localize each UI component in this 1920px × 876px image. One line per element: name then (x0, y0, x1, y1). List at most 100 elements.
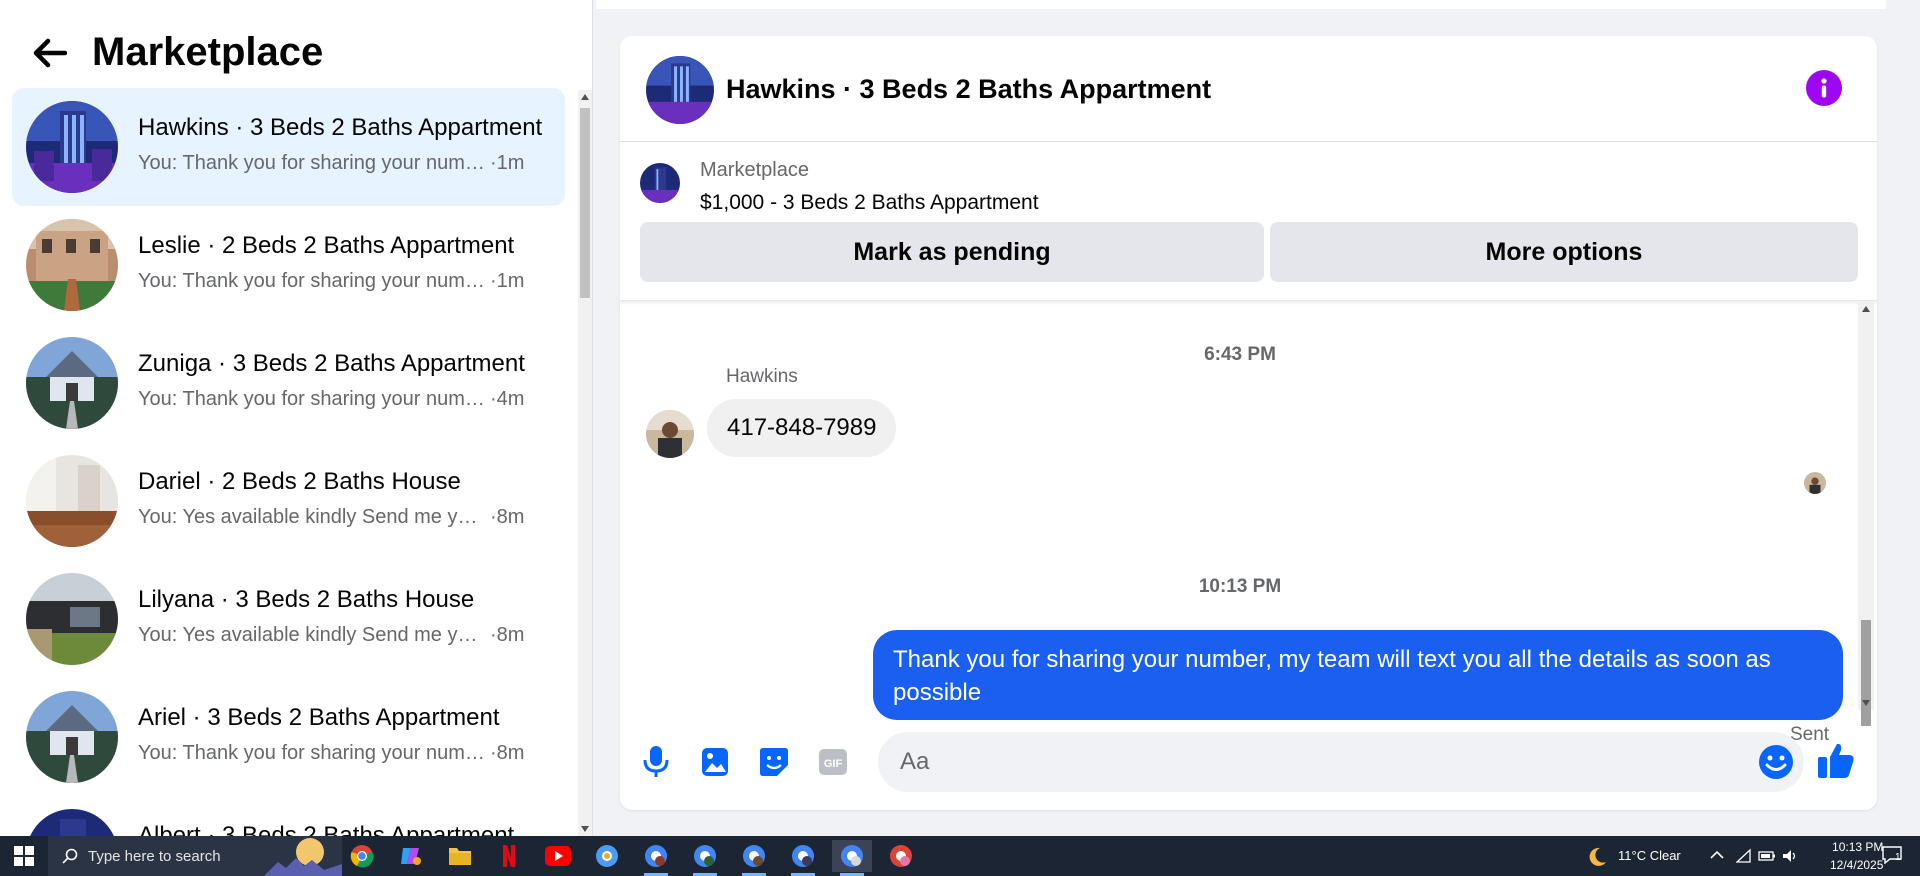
conversation-name: Dariel · 2 Beds 2 Baths House (138, 468, 461, 495)
avatar (26, 573, 118, 665)
file-explorer-icon[interactable] (440, 840, 480, 872)
taskbar-clock[interactable]: 10:13 PM 12/4/2025 (1830, 838, 1883, 874)
preview-time: ·8m (490, 506, 525, 528)
sender-avatar[interactable] (646, 410, 694, 458)
preview-time: ·8m (490, 624, 525, 646)
browser-icon[interactable] (587, 840, 627, 872)
marketplace-label: Marketplace (700, 159, 809, 181)
conversation-item-albert[interactable]: Albert · 3 Beds 2 Baths Appartment (12, 796, 565, 836)
search-highlight-icon (264, 838, 342, 876)
avatar (26, 809, 118, 836)
windows-start-icon[interactable] (0, 836, 48, 876)
thread-scrollbar[interactable] (1858, 302, 1874, 726)
preview-time: ·8m (490, 742, 525, 764)
chrome-profile-icon[interactable] (832, 840, 872, 876)
chrome-profile-icon[interactable] (881, 840, 921, 872)
conversation-list: Hawkins · 3 Beds 2 Baths Appartment You:… (12, 88, 565, 836)
conversation-item-lilyana[interactable]: Lilyana · 3 Beds 2 Baths House You: Yes … (12, 560, 565, 678)
taskbar-search[interactable]: Type here to search (48, 836, 342, 876)
window-edge (1888, 0, 1920, 836)
search-placeholder: Type here to search (88, 847, 221, 865)
message-input[interactable] (878, 732, 1804, 792)
chrome-profile-icon[interactable] (783, 840, 823, 876)
preview-text: You: Thank you for sharing your number, … (138, 388, 486, 410)
mark-as-pending-button[interactable]: Mark as pending (640, 222, 1264, 282)
conversation-name: Albert · 3 Beds 2 Baths Appartment (138, 822, 515, 836)
svg-text:GIF: GIF (824, 758, 843, 770)
chat-title[interactable]: Hawkins · 3 Beds 2 Baths Appartment (726, 74, 1211, 105)
avatar (26, 337, 118, 429)
chrome-icon[interactable] (342, 840, 382, 872)
windows-taskbar: Type here to search 11°C Clear 10:13 PM … (0, 836, 1920, 876)
sender-name: Hawkins (726, 366, 798, 387)
preview-text: You: Yes available kindly Send me your p… (138, 506, 486, 528)
outgoing-message[interactable]: Thank you for sharing your number, my te… (873, 630, 1843, 720)
copilot-icon[interactable] (391, 840, 431, 872)
conversation-preview: You: Thank you for sharing your number, … (138, 388, 524, 411)
youtube-icon[interactable] (538, 840, 578, 872)
notification-count: 1 (1895, 852, 1901, 863)
emoji-icon[interactable] (1758, 744, 1794, 780)
read-receipt-avatar (1804, 472, 1826, 494)
sticker-icon[interactable] (754, 742, 794, 782)
thumbs-up-icon[interactable] (1816, 740, 1858, 782)
sidebar-header: Marketplace (28, 30, 323, 75)
chrome-profile-icon[interactable] (734, 840, 774, 876)
chevron-up-icon[interactable] (1710, 850, 1724, 860)
chrome-profile-icon[interactable] (685, 840, 725, 876)
preview-text: You: Yes available kindly Send me your p… (138, 624, 486, 646)
scroll-up-icon[interactable] (581, 94, 589, 100)
netflix-icon[interactable] (489, 840, 529, 872)
conversation-item-leslie[interactable]: Leslie · 2 Beds 2 Baths Appartment You: … (12, 206, 565, 324)
scrollbar-thumb[interactable] (1861, 620, 1871, 726)
scroll-up-icon[interactable] (1862, 306, 1870, 312)
chat-header: Hawkins · 3 Beds 2 Baths Appartment (620, 36, 1877, 142)
conversation-item-ariel[interactable]: Ariel · 3 Beds 2 Baths Appartment You: T… (12, 678, 565, 796)
sidebar-scrollbar[interactable] (578, 90, 592, 836)
back-arrow-icon[interactable] (28, 31, 72, 75)
timestamp: 10:13 PM (1198, 576, 1282, 597)
volume-icon[interactable] (1782, 848, 1798, 864)
notification-icon[interactable]: 1 (1882, 846, 1904, 866)
conversation-preview: You: Yes available kindly Send me your p… (138, 506, 524, 529)
search-icon (62, 848, 78, 864)
conversation-name: Hawkins · 3 Beds 2 Baths Appartment (138, 114, 543, 141)
conversation-sidebar: Marketplace Hawkins · 3 Beds 2 Baths App… (0, 0, 593, 836)
preview-text: You: Thank you for sharing your number, … (138, 152, 486, 174)
preview-time: ·1m (490, 152, 525, 174)
chat-avatar[interactable] (646, 56, 714, 124)
scrollbar-thumb[interactable] (580, 108, 590, 298)
gif-icon[interactable]: GIF (813, 742, 853, 782)
listing-thumbnail[interactable] (640, 163, 680, 203)
conversation-item-dariel[interactable]: Dariel · 2 Beds 2 Baths House You: Yes a… (12, 442, 565, 560)
incoming-message[interactable]: 417-848-7989 (707, 399, 897, 457)
microphone-icon[interactable] (636, 742, 676, 782)
scroll-down-icon[interactable] (1862, 700, 1870, 706)
moon-weather-icon (1589, 847, 1606, 866)
chat-panel: Hawkins · 3 Beds 2 Baths Appartment Mark… (620, 36, 1877, 810)
conversation-name: Ariel · 3 Beds 2 Baths Appartment (138, 704, 500, 731)
conversation-item-zuniga[interactable]: Zuniga · 3 Beds 2 Baths Appartment You: … (12, 324, 565, 442)
avatar (26, 691, 118, 783)
clock-time: 10:13 PM (1832, 840, 1884, 854)
marketplace-listing-bar: Marketplace $1,000 - 3 Beds 2 Baths Appa… (620, 143, 1877, 301)
timestamp: 6:43 PM (1204, 344, 1276, 365)
listing-title[interactable]: $1,000 - 3 Beds 2 Baths Appartment (700, 191, 1039, 215)
photo-icon[interactable] (695, 742, 735, 782)
battery-icon[interactable] (1758, 849, 1776, 863)
chrome-profile-icon[interactable] (636, 840, 676, 876)
conversation-preview: You: Thank you for sharing your number, … (138, 152, 524, 175)
conversation-item-hawkins[interactable]: Hawkins · 3 Beds 2 Baths Appartment You:… (12, 88, 565, 206)
info-icon[interactable] (1806, 70, 1842, 106)
weather-text[interactable]: 11°C Clear (1618, 848, 1681, 863)
avatar (26, 455, 118, 547)
conversation-name: Leslie · 2 Beds 2 Baths Appartment (138, 232, 515, 259)
conversation-name: Lilyana · 3 Beds 2 Baths House (138, 586, 475, 613)
scroll-down-icon[interactable] (581, 826, 589, 832)
more-options-button[interactable]: More options (1270, 222, 1858, 282)
avatar (26, 219, 118, 311)
preview-text: You: Thank you for sharing your number, … (138, 270, 486, 292)
conversation-preview: You: Thank you for sharing your number, … (138, 742, 524, 765)
network-icon[interactable] (1736, 848, 1752, 864)
message-composer: GIF (620, 720, 1877, 810)
